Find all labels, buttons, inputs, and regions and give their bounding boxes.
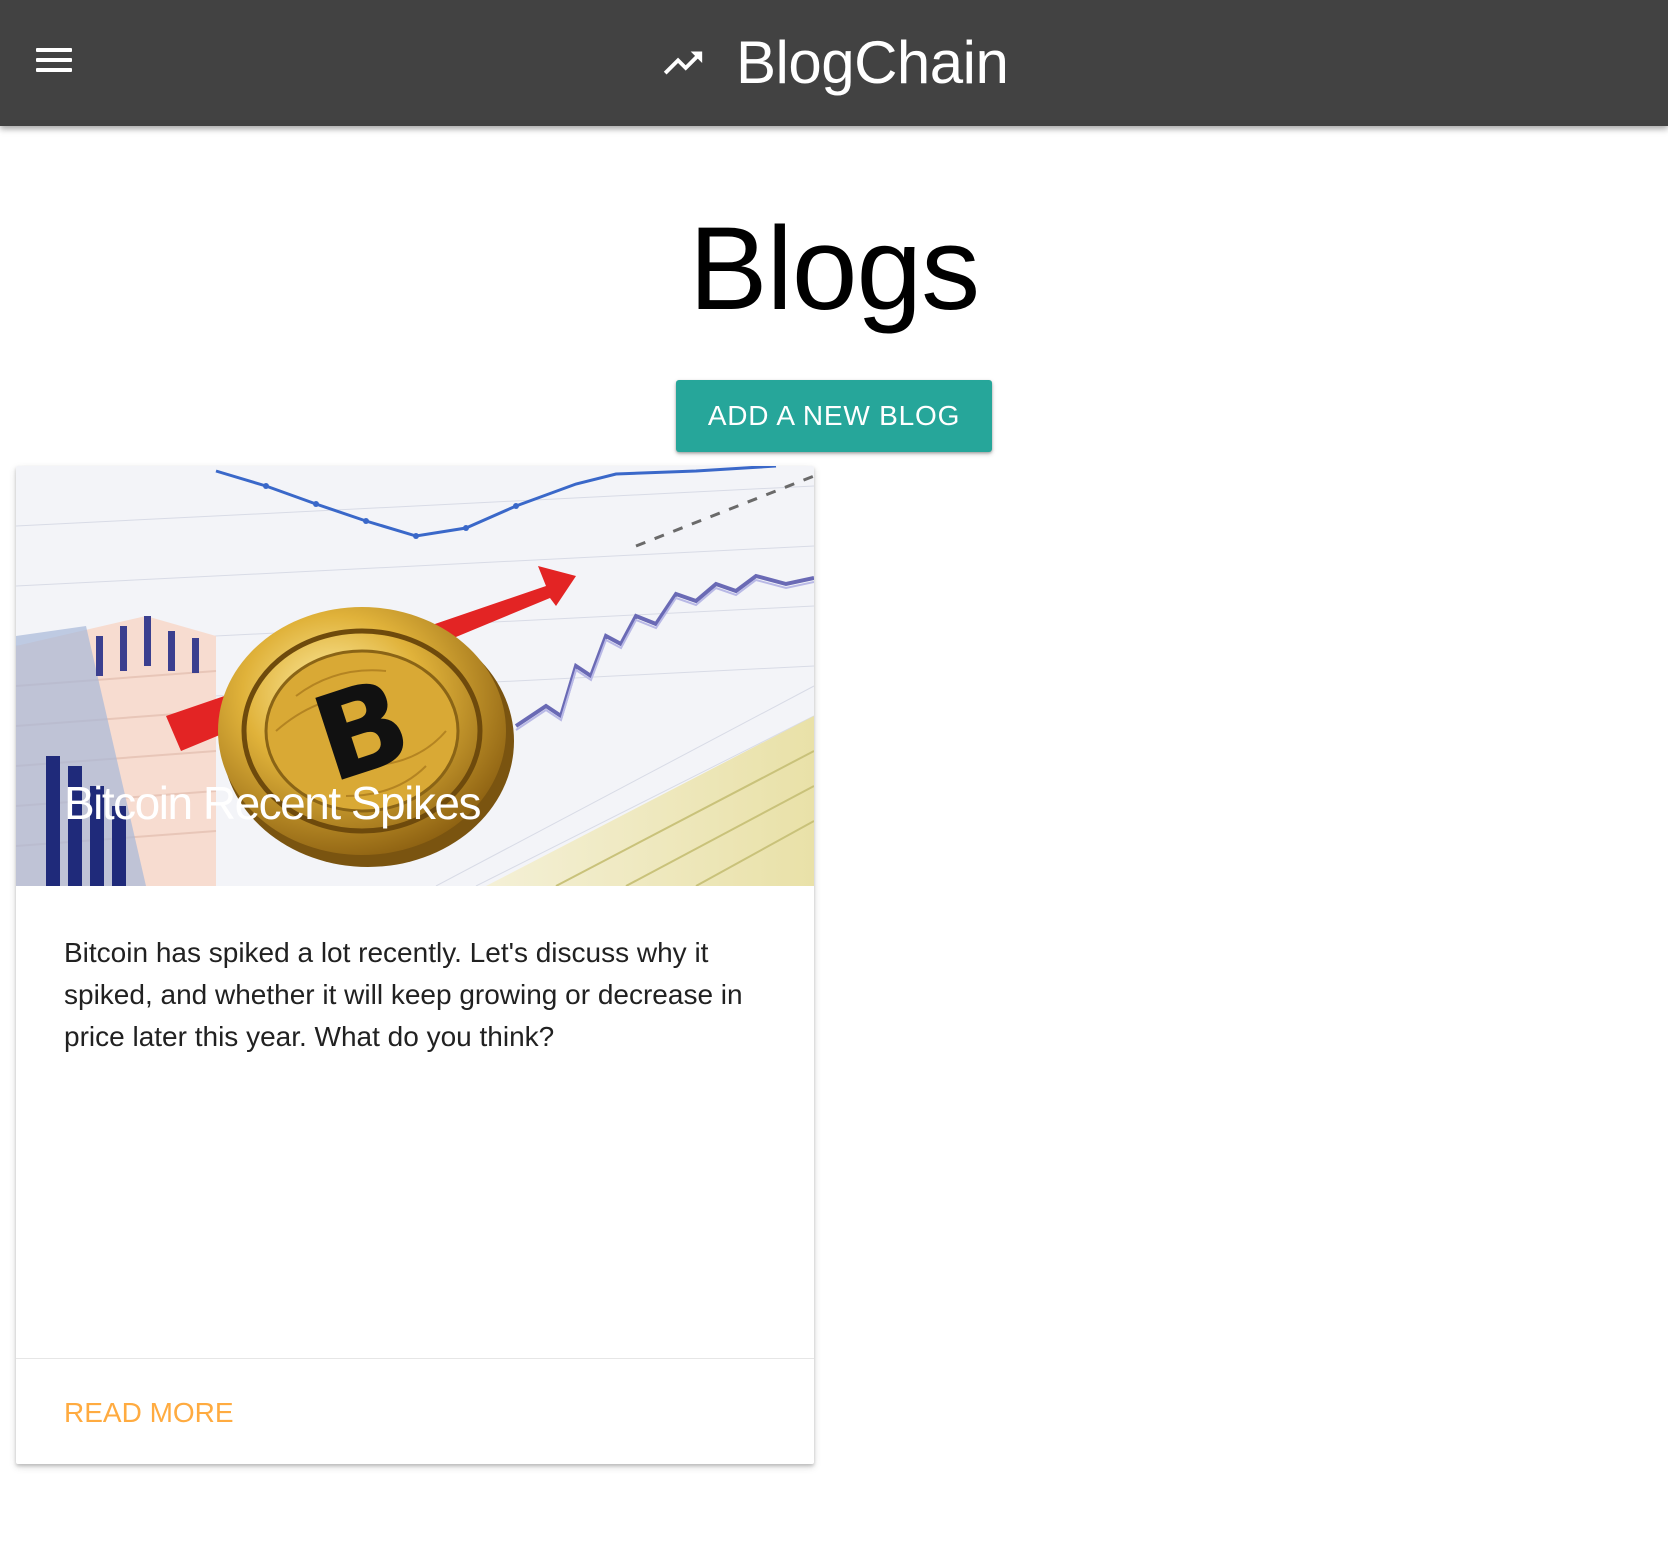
hamburger-menu-icon[interactable] — [28, 40, 80, 86]
trending-up-icon — [663, 51, 703, 75]
blog-card-image: B Bitcoin Recent Spikes — [16, 466, 814, 886]
page-title: Blogs — [688, 203, 980, 335]
top-navbar: BlogChain — [0, 0, 1668, 126]
blog-card-actions: READ MORE — [16, 1358, 814, 1464]
read-more-link[interactable]: READ MORE — [64, 1397, 234, 1429]
brand-logo-link[interactable]: BlogChain — [660, 20, 1009, 106]
blog-card-description: Bitcoin has spiked a lot recently. Let's… — [64, 937, 743, 1052]
add-new-blog-button[interactable]: ADD A NEW BLOG — [676, 380, 992, 452]
blog-card-title: Bitcoin Recent Spikes — [64, 777, 481, 829]
brand-title: BlogChain — [736, 29, 1009, 96]
blog-card: B Bitcoin Recent Spikes Bitcoin has spik… — [16, 466, 814, 1464]
